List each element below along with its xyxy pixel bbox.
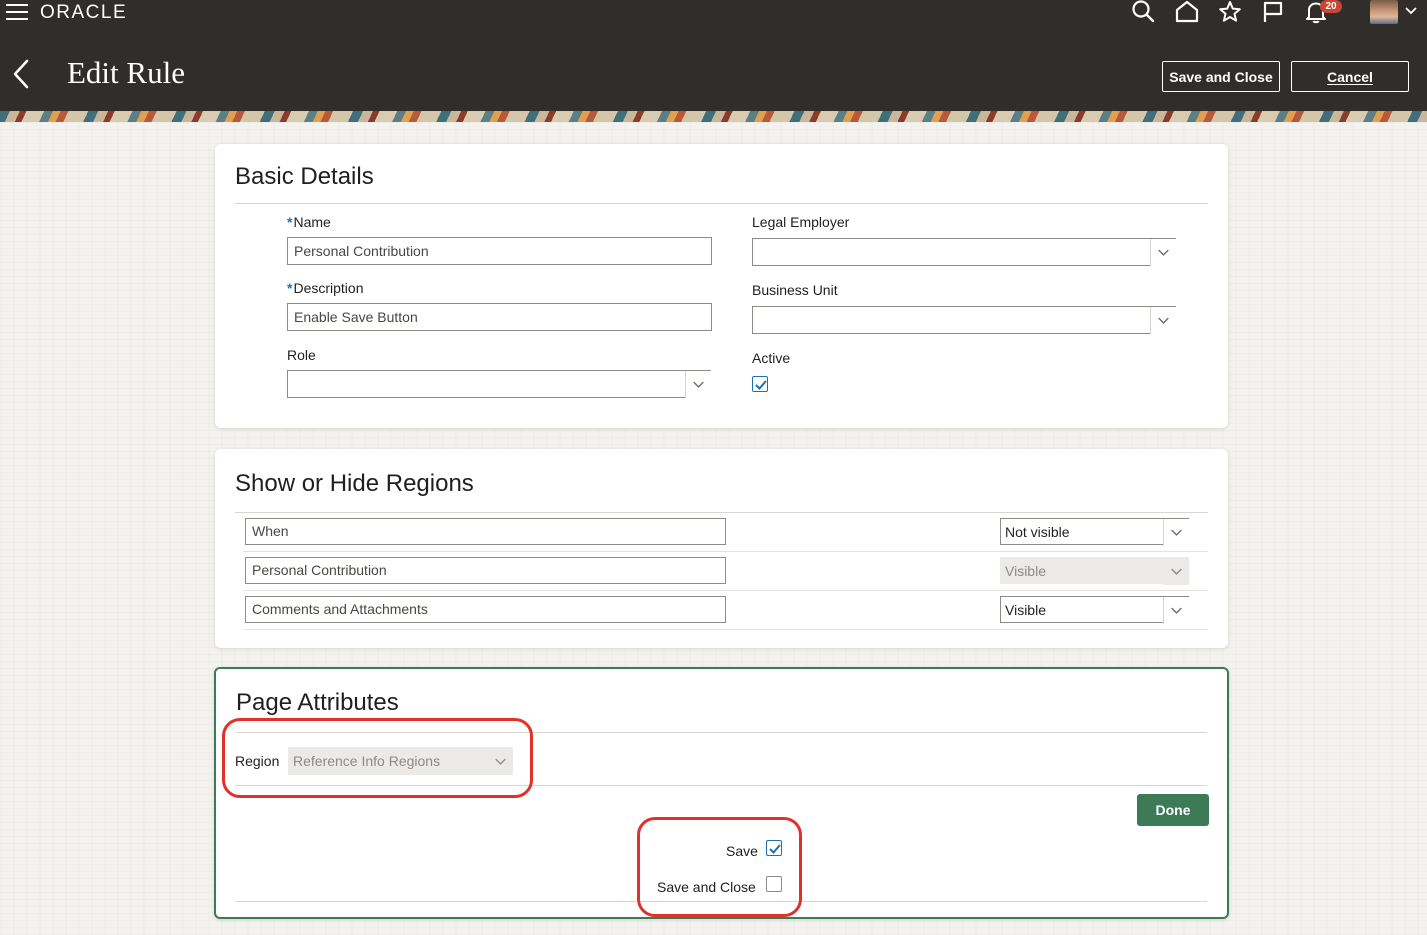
required-marker: * [287,214,293,230]
show-hide-regions-title: Show or Hide Regions [235,470,474,497]
highlight-annotation [637,817,802,917]
menu-icon[interactable] [6,4,28,22]
star-icon[interactable] [1217,0,1243,24]
chevron-down-icon[interactable] [1404,4,1418,18]
section-divider [235,203,1208,204]
region-name-input[interactable]: Personal Contribution [245,557,726,584]
row-divider [243,590,1208,591]
row-divider [243,629,1208,630]
business-unit-label: Business Unit [752,282,838,298]
region-visibility-select: Visible [1000,557,1189,585]
app-header: ORACLE 20 Edit Rule Save and Close Cance… [0,0,1427,111]
business-unit-select[interactable] [752,306,1176,334]
show-hide-regions-card: Show or Hide Regions When Not visible Pe… [215,449,1228,648]
chevron-down-icon [1163,597,1189,624]
region-visibility-select[interactable]: Not visible [1000,518,1189,546]
search-icon[interactable] [1131,0,1157,24]
checkmark-icon [755,380,767,390]
role-label: Role [287,347,316,363]
region-name-input[interactable]: Comments and Attachments [245,596,726,623]
region-visibility-select[interactable]: Visible [1000,596,1189,624]
role-select[interactable] [287,370,711,398]
chevron-down-icon [1163,519,1189,546]
save-and-close-button[interactable]: Save and Close [1162,61,1280,92]
done-button[interactable]: Done [1137,794,1209,826]
page-title: Edit Rule [67,55,185,90]
home-icon[interactable] [1174,0,1200,24]
legal-employer-label: Legal Employer [752,214,850,230]
name-input[interactable]: Personal Contribution [287,237,712,265]
row-divider [243,551,1208,552]
active-label: Active [752,350,791,366]
basic-details-title: Basic Details [235,163,374,190]
chevron-down-icon [685,371,711,398]
back-arrow-icon[interactable] [10,58,32,90]
active-checkbox[interactable] [752,376,768,392]
flag-icon[interactable] [1260,0,1286,24]
chevron-down-icon [1150,307,1176,334]
legal-employer-select[interactable] [752,238,1176,266]
name-label: *Name [287,214,331,230]
chevron-down-icon [1163,558,1189,585]
description-label: *Description [287,280,364,296]
region-name-input[interactable]: When [245,518,726,545]
page-attributes-title: Page Attributes [236,689,399,716]
chevron-down-icon [1150,239,1176,266]
highlight-annotation [222,718,533,798]
section-divider [235,512,1208,513]
decorative-banner [0,111,1427,122]
basic-details-card: Basic Details *Name Personal Contributio… [215,144,1228,428]
description-input[interactable]: Enable Save Button [287,303,712,331]
avatar[interactable] [1370,0,1398,24]
notification-count-badge: 20 [1320,0,1342,13]
cancel-button[interactable]: Cancel [1291,61,1409,92]
oracle-logo: ORACLE [40,2,128,23]
required-marker: * [287,280,293,296]
